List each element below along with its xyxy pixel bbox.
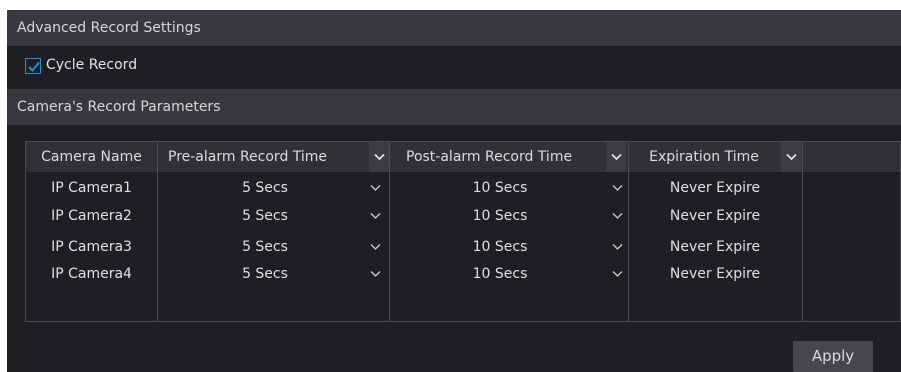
chevron-down-icon [786,153,797,161]
post-alarm-column-dropdown[interactable] [606,142,626,172]
cycle-record-label: Cycle Record [46,57,138,73]
document-caption-strip [0,0,901,10]
camera-record-parameters-header: Camera's Record Parameters [7,89,901,125]
advanced-record-settings-header: Advanced Record Settings [7,10,901,46]
column-divider [628,142,629,321]
camera-name-cell: IP Camera2 [51,208,132,224]
post-alarm-cell[interactable]: 10 Secs [389,202,611,230]
expiration-cell[interactable]: Never Expire [628,233,802,261]
pre-alarm-cell[interactable]: 5 Secs [157,233,373,261]
chevron-down-icon[interactable] [612,212,623,220]
checkmark-icon [28,61,40,72]
camera-name-cell: IP Camera4 [51,266,132,282]
table-row[interactable]: IP Camera2 5 Secs 10 Secs Never Expire [26,202,900,230]
expiration-cell[interactable]: Never Expire [628,202,802,230]
camera-name-cell: IP Camera1 [51,180,132,196]
table-row[interactable]: IP Camera3 5 Secs 10 Secs Never Expire [26,233,900,261]
table-row[interactable]: IP Camera4 5 Secs 10 Secs Never Expire [26,260,900,288]
advanced-record-settings-title: Advanced Record Settings [17,20,201,36]
record-settings-panel: Advanced Record Settings Cycle Record Ca… [7,10,901,372]
chevron-down-icon[interactable] [612,184,623,192]
pre-alarm-cell[interactable]: 5 Secs [157,260,373,288]
apply-button[interactable]: Apply [793,341,873,372]
camera-name-cell: IP Camera3 [51,239,132,255]
table-row[interactable]: IP Camera1 5 Secs 10 Secs Never Expire [26,174,900,202]
column-header-expiration[interactable]: Expiration Time [628,142,780,172]
pre-alarm-column-dropdown[interactable] [369,142,389,172]
chevron-down-icon [611,153,622,161]
column-header-pre-alarm[interactable]: Pre-alarm Record Time [157,142,369,172]
column-header-camera-name[interactable]: Camera Name [26,142,157,172]
column-header-post-alarm[interactable]: Post-alarm Record Time [389,142,606,172]
post-alarm-cell[interactable]: 10 Secs [389,260,611,288]
pre-alarm-cell[interactable]: 5 Secs [157,202,373,230]
cycle-record-row[interactable]: Cycle Record [7,52,901,82]
expiration-cell[interactable]: Never Expire [628,260,802,288]
chevron-down-icon[interactable] [370,243,381,251]
chevron-down-icon[interactable] [370,184,381,192]
pre-alarm-cell[interactable]: 5 Secs [157,174,373,202]
camera-record-parameters-title: Camera's Record Parameters [17,99,221,115]
chevron-down-icon[interactable] [370,270,381,278]
post-alarm-cell[interactable]: 10 Secs [389,174,611,202]
column-divider [802,142,803,321]
cycle-record-checkbox[interactable] [25,58,41,74]
column-divider [389,142,390,321]
chevron-down-icon [374,153,385,161]
chevron-down-icon[interactable] [370,212,381,220]
chevron-down-icon[interactable] [612,243,623,251]
post-alarm-cell[interactable]: 10 Secs [389,233,611,261]
expiration-column-dropdown[interactable] [781,142,801,172]
expiration-cell[interactable]: Never Expire [628,174,802,202]
record-parameters-table: Camera Name Pre-alarm Record Time Post-a… [25,141,901,322]
chevron-down-icon[interactable] [612,270,623,278]
column-divider [157,142,158,321]
